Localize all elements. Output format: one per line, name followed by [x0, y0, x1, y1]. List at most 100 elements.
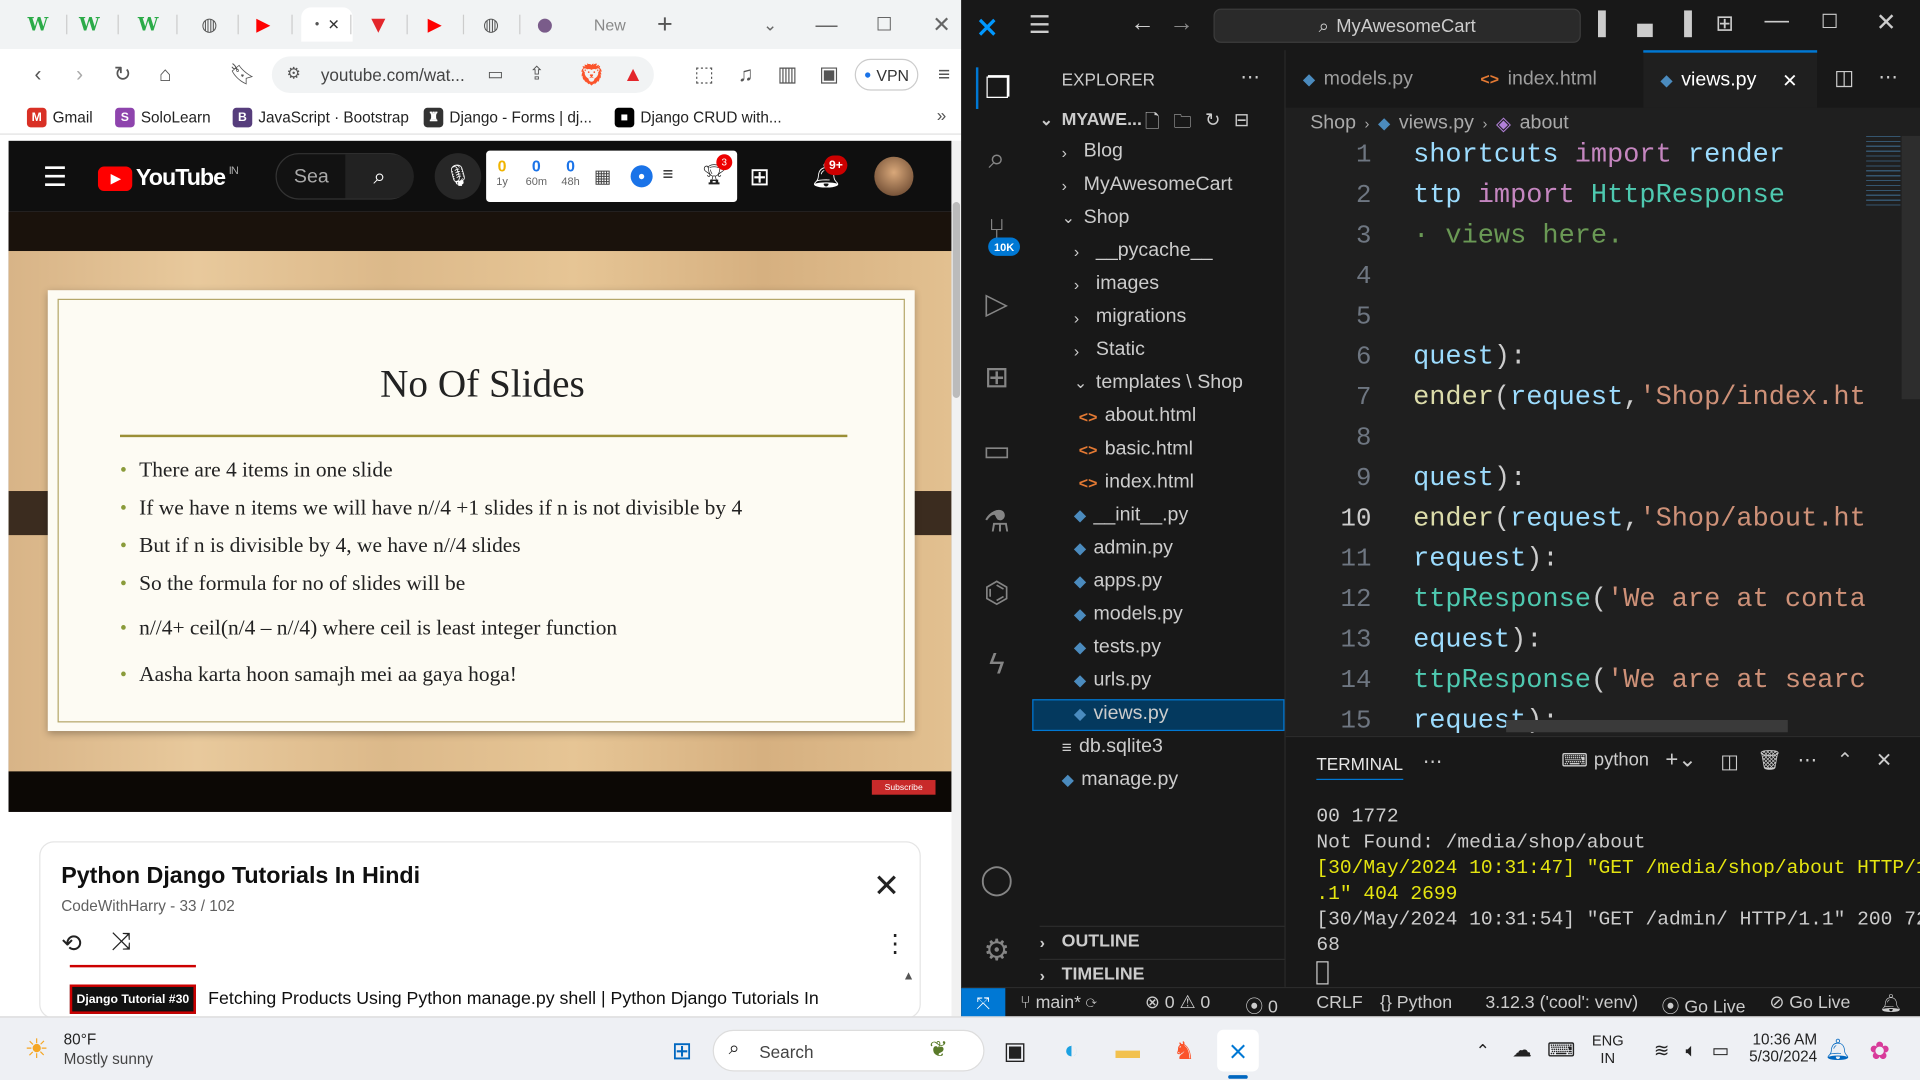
editor-more-icon[interactable]: ⋯	[1878, 65, 1898, 89]
toggle-secondary-sidebar-icon[interactable]: ▐	[1676, 11, 1692, 37]
customize-layout-icon[interactable]: ⊞	[1716, 11, 1734, 37]
remote-explorer-icon[interactable]: ▭	[976, 430, 1018, 472]
toggle-panel-icon[interactable]: ▄	[1637, 11, 1653, 37]
playlist-channel[interactable]: CodeWithHarry	[61, 898, 166, 915]
brave-icon[interactable]: ♞	[1163, 1030, 1205, 1072]
extensions-view-icon[interactable]: ⊞	[976, 356, 1018, 398]
explorer-more-icon[interactable]: ⋯	[1240, 65, 1260, 89]
code-line[interactable]: request):	[1413, 544, 1559, 575]
search-view-icon[interactable]: ⌕	[976, 138, 1018, 180]
new-file-icon[interactable]: 🗋︎	[1145, 109, 1160, 140]
home-icon[interactable]: ⌂	[152, 61, 179, 88]
explorer-item[interactable]: ◆ tests.py	[1074, 637, 1161, 659]
explorer-item[interactable]: › Blog	[1062, 141, 1123, 163]
bookmark-item[interactable]: ♜ Django - Forms | dj...	[423, 107, 592, 128]
code-line[interactable]: ender(request,'Shop/index.ht	[1413, 382, 1866, 413]
show-hidden-icons-icon[interactable]: ⌃	[1462, 1030, 1504, 1072]
split-editor-icon[interactable]: ◫	[1834, 66, 1854, 90]
browser-tab[interactable]: · ✕	[301, 7, 353, 42]
nav-back-icon[interactable]: ←	[1130, 10, 1154, 38]
toggle-primary-sidebar-icon[interactable]: ▌	[1598, 11, 1614, 37]
new-tab-button[interactable]: +	[644, 7, 686, 41]
close-tab-icon[interactable]: ✕	[328, 16, 340, 33]
more-bookmarks-icon[interactable]: »	[937, 105, 947, 125]
file-explorer-icon[interactable]: ▬	[1107, 1030, 1149, 1072]
explorer-item[interactable]: › MyAwesomeCart	[1062, 174, 1233, 196]
browser-tab[interactable]: ▶	[242, 7, 284, 41]
copilot-icon[interactable]: ✿	[1859, 1030, 1901, 1072]
code-line[interactable]: · views here.	[1413, 220, 1623, 251]
extensions-icon[interactable]: ⬚	[691, 61, 718, 88]
sidebar-icon[interactable]: ▥	[774, 61, 801, 88]
go-live-1[interactable]: ⦿ Go Live	[1662, 993, 1746, 1019]
vs-close-icon[interactable]: ✕	[1876, 7, 1897, 38]
close-window-icon[interactable]: ✕	[921, 7, 961, 41]
create-video-icon[interactable]: ⊞	[749, 162, 770, 193]
hamburger-menu-icon[interactable]: ☰	[43, 162, 67, 194]
vs-maximize-icon[interactable]: ☐	[1821, 10, 1839, 34]
avatar[interactable]	[874, 156, 914, 196]
code-line[interactable]: equest):	[1413, 624, 1542, 655]
browser-tab[interactable]: ◍	[189, 7, 231, 41]
brave-shields-icon[interactable]: 🦁︎	[577, 61, 605, 88]
keyboard-icon[interactable]: ⌨	[1540, 1030, 1582, 1072]
loop-icon[interactable]: ⟲	[61, 928, 82, 959]
outline-section[interactable]: › OUTLINE	[1039, 925, 1285, 951]
bookmark-icon[interactable]: 🔖︎	[229, 61, 256, 88]
refresh-explorer-icon[interactable]: ↻	[1205, 109, 1220, 140]
reload-icon[interactable]: ↻	[109, 61, 136, 88]
page-scrollbar-thumb[interactable]	[952, 202, 961, 398]
search-icon[interactable]: ⌕	[345, 154, 414, 199]
video-player[interactable]: No Of Slides There are 4 items in one sl…	[8, 211, 952, 812]
new-folder-icon[interactable]: 🗀︎	[1173, 109, 1191, 140]
ports-indicator[interactable]: ⦿ 0	[1245, 993, 1278, 1019]
weather-temp[interactable]: 80°F	[64, 1031, 97, 1048]
breadcrumb-file[interactable]: views.py	[1399, 113, 1474, 135]
explorer-item[interactable]: ≡ db.sqlite3	[1062, 736, 1163, 758]
breadcrumb-symbol[interactable]: about	[1520, 113, 1569, 135]
minimize-icon[interactable]: —	[806, 7, 848, 41]
notification-center-icon[interactable]: 🔔︎	[1817, 1030, 1859, 1072]
explorer-item[interactable]: › Static	[1074, 339, 1145, 361]
python-icon[interactable]: ⌬	[976, 572, 1018, 614]
settings-gear-icon[interactable]: ⚙︎	[976, 929, 1018, 971]
explorer-item[interactable]: ⌄ templates \ Shop	[1074, 372, 1243, 394]
forward-icon[interactable]: ›	[66, 61, 93, 88]
maximize-icon[interactable]: ☐	[863, 7, 905, 41]
cast-icon[interactable]: ▭	[487, 64, 503, 85]
weather-sun-icon[interactable]: ☀	[24, 1033, 48, 1065]
shuffle-icon[interactable]: ⤨	[111, 928, 131, 956]
explorer-item[interactable]: › migrations	[1074, 306, 1186, 328]
browser-tab[interactable]: W	[69, 7, 111, 41]
code-line[interactable]: quest):	[1413, 342, 1526, 373]
clock[interactable]: 10:36 AM 5/30/2024	[1741, 1031, 1817, 1065]
chart-icon[interactable]: ▦	[594, 165, 611, 188]
code-line[interactable]: ttpResponse('We are at conta	[1413, 584, 1866, 615]
browser-tab[interactable]: W	[17, 7, 59, 41]
application-menu-icon[interactable]: ☰	[1029, 10, 1051, 41]
thunder-client-icon[interactable]: ϟ	[976, 644, 1018, 686]
timeline-section[interactable]: › TIMELINE	[1039, 958, 1285, 984]
explorer-item[interactable]: ◆ urls.py	[1074, 670, 1151, 692]
explorer-item[interactable]: ◆ apps.py	[1074, 571, 1162, 593]
extension-stats-widget[interactable]: 0 1y 0 60m 0 48h ▦ ● ≡ 🏆︎ 3	[486, 150, 738, 203]
explorer-item[interactable]: ◆ admin.py	[1074, 538, 1173, 560]
vpn-button[interactable]: ● VPN	[854, 58, 919, 91]
explorer-item[interactable]: › __pycache__	[1074, 240, 1213, 262]
close-tab-icon[interactable]: ✕	[1782, 69, 1797, 91]
bookmark-item[interactable]: B JavaScript · Bootstrap	[232, 107, 409, 128]
editor-tab[interactable]: ◆ models.py	[1286, 50, 1460, 108]
terminal-instance[interactable]: ⌨ python	[1561, 749, 1649, 771]
editor-horizontal-scrollbar[interactable]	[1506, 720, 1788, 733]
code-line[interactable]: quest):	[1413, 463, 1526, 494]
minimap[interactable]	[1866, 135, 1901, 210]
code-line[interactable]: ttpResponse('We are at searc	[1413, 665, 1866, 696]
remote-indicator-icon[interactable]: ⤧	[961, 988, 1006, 1018]
editor-tab[interactable]: <> index.html	[1463, 50, 1641, 108]
subscribe-watermark[interactable]: Subscribe	[871, 780, 936, 795]
brave-rewards-icon[interactable]: ▲	[620, 61, 647, 88]
explorer-item[interactable]: ⌄ Shop	[1062, 207, 1130, 229]
extension-icon[interactable]: ●	[630, 165, 653, 188]
explorer-item[interactable]: <> index.html	[1079, 471, 1194, 493]
playlist-title[interactable]: Python Django Tutorials In Hindi	[61, 863, 420, 890]
